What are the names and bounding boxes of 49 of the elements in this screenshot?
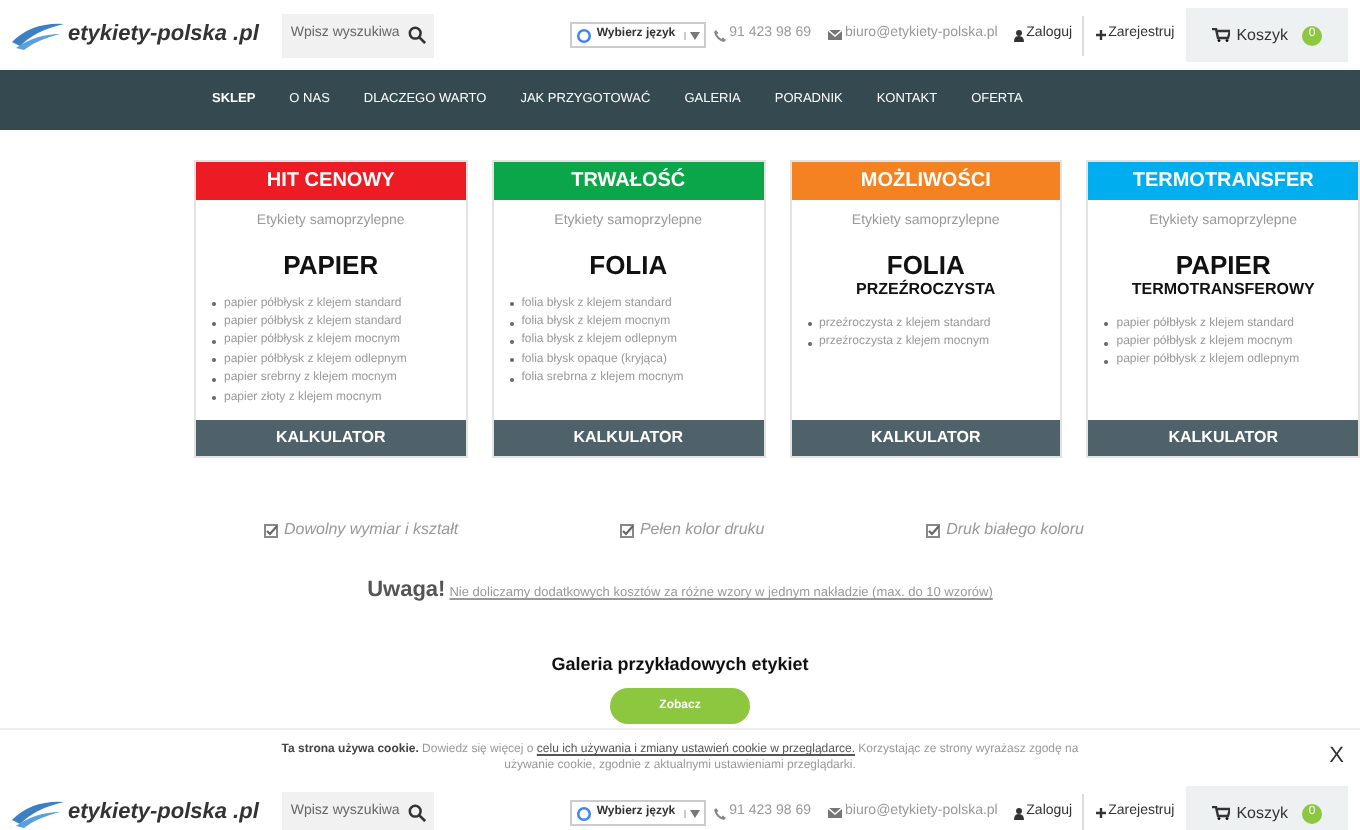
feature-text: Dowolny wymiar i kształt [284,518,459,542]
calculator-button[interactable]: KALKULATOR [791,420,1061,456]
card-subheading: TERMOTRANSFEROWY [1129,279,1317,299]
notice-label: Uwaga! [367,576,446,606]
card-title: FOLIA [587,251,670,279]
google-icon [576,805,593,821]
checkbox-icon [264,523,278,537]
mail-icon [827,808,841,818]
card-title: FOLIA [884,251,967,279]
phone-icon [713,29,726,41]
card-subheading: PRZEŹROCZYSTA [854,279,998,299]
checkbox-icon [926,523,941,537]
card-header: MOŻLIWOŚCI [791,162,1061,200]
user-icon [1014,807,1025,819]
card-header: HIT CENOWY [196,162,466,200]
logo[interactable]: etykiety-polska .pl [12,796,259,830]
calculator-button[interactable]: KALKULATOR [1088,420,1358,456]
plus-icon [1096,30,1107,40]
calculator-button[interactable]: KALKULATOR [196,420,466,456]
bullet-icon [509,340,514,345]
close-button[interactable]: X [1329,740,1344,773]
bullet-icon [1104,322,1109,327]
plus-icon [1096,808,1107,818]
cart-icon [1212,806,1231,820]
card-title: PAPIER [281,251,381,279]
phone-icon [713,807,726,819]
feature-text: Druk białego koloru [946,518,1084,542]
search-icon[interactable] [408,804,427,822]
card-header: TERMOTRANSFER [1088,162,1358,200]
card-title: PAPIER [1173,251,1273,279]
logo[interactable]: etykiety-polska .pl [12,18,259,52]
user-icon [1014,29,1025,41]
bullet-icon [509,377,514,382]
section-title: Galeria przykładowych etykiet [549,651,811,678]
bullet-icon [509,302,514,307]
feature-text: Pełen kolor druku [639,518,765,542]
google-icon [576,27,593,43]
caret-icon [683,31,700,39]
mail-icon [827,30,841,40]
calculator-button[interactable]: KALKULATOR [493,420,763,456]
bullet-icon [509,321,514,326]
caret-icon [683,809,700,817]
search-icon[interactable] [408,26,427,44]
checkbox-icon [619,523,634,537]
cart-icon [1212,28,1231,42]
card-header: TRWAŁOŚĆ [493,162,763,200]
bullet-icon [509,358,514,363]
bullet-icon [1104,341,1109,346]
bullet-icon [1104,360,1109,365]
